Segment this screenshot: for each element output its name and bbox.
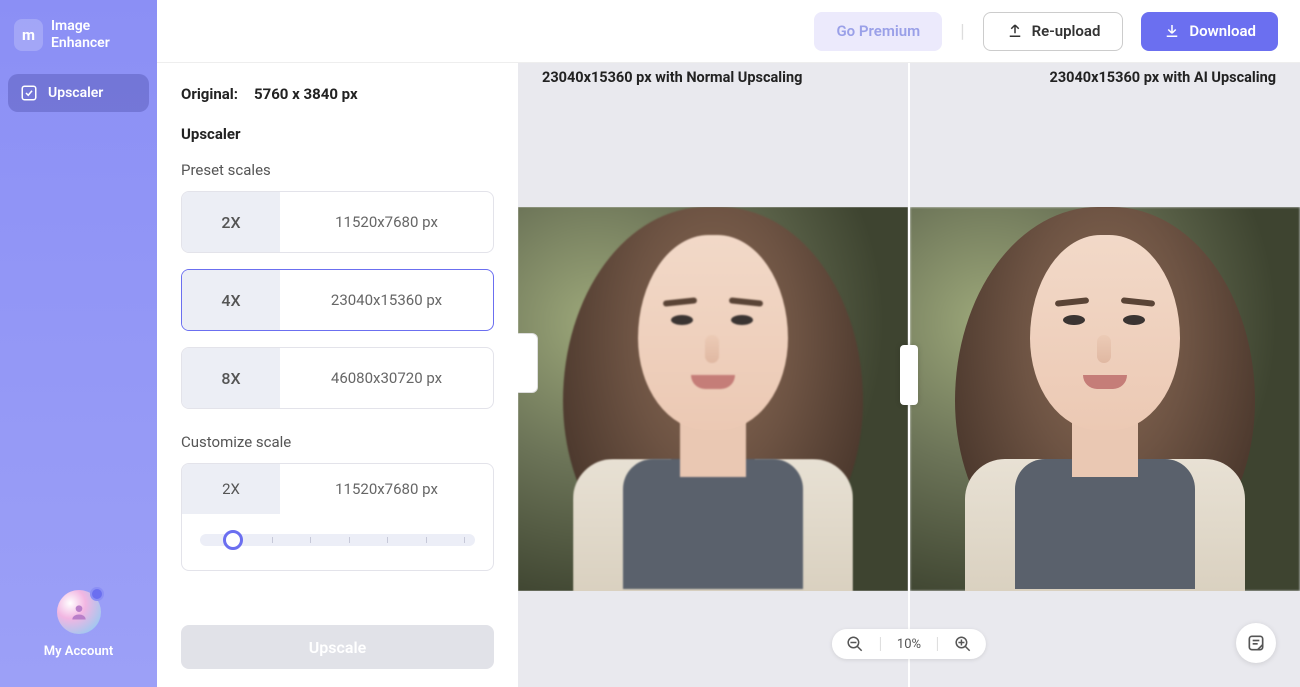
preset-8x[interactable]: 8X 46080x30720 px [181, 347, 494, 409]
panel-collapse-handle[interactable] [518, 333, 538, 393]
reupload-button[interactable]: Re-upload [983, 12, 1124, 51]
sidebar-item-upscaler[interactable]: Upscaler [8, 74, 149, 112]
preset-8x-mult: 8X [182, 348, 280, 408]
preset-2x[interactable]: 2X 11520x7680 px [181, 191, 494, 253]
zoom-out-icon[interactable] [846, 635, 864, 653]
zoom-in-icon[interactable] [954, 635, 972, 653]
settings-panel: Original: 5760 x 3840 px Upscaler Preset… [157, 63, 518, 687]
preset-4x-dims: 23040x15360 px [280, 270, 493, 330]
sidebar: m Image Enhancer Upscaler My Account [0, 0, 157, 687]
slider-thumb[interactable] [223, 530, 243, 550]
user-icon [69, 602, 89, 622]
preset-4x-mult: 4X [182, 270, 280, 330]
preset-4x[interactable]: 4X 23040x15360 px [181, 269, 494, 331]
upscale-button[interactable]: Upscale [181, 625, 494, 669]
avatar[interactable] [57, 590, 101, 634]
brand-name: Image Enhancer [51, 18, 143, 52]
original-label: Original: [181, 85, 238, 103]
brand-logo: m Image Enhancer [8, 18, 149, 74]
compare-label-ai: 23040x15360 px with AI Upscaling [1038, 63, 1288, 92]
topbar: Go Premium | Re-upload Download [157, 0, 1300, 63]
customize-scale-title: Customize scale [181, 433, 494, 451]
download-icon [1163, 22, 1181, 40]
preset-2x-mult: 2X [182, 192, 280, 252]
sidebar-item-label: Upscaler [48, 85, 103, 101]
preset-scales-title: Preset scales [181, 161, 494, 179]
section-upscaler-title: Upscaler [181, 125, 494, 143]
customize-box: 2X 11520x7680 px [181, 463, 494, 571]
compare-divider[interactable] [908, 63, 910, 687]
logo-badge: m [14, 19, 43, 51]
go-premium-button[interactable]: Go Premium [814, 12, 942, 51]
feedback-button[interactable] [1236, 623, 1276, 663]
preset-8x-dims: 46080x30720 px [280, 348, 493, 408]
customize-dims: 11520x7680 px [280, 464, 493, 514]
zoom-value: 10% [897, 637, 921, 652]
separator: | [960, 21, 964, 42]
preview-area: 23040x15360 px with Normal Upscaling 230… [518, 63, 1300, 687]
note-icon [1246, 633, 1266, 653]
upload-icon [1006, 22, 1024, 40]
scale-slider[interactable] [200, 534, 475, 546]
reupload-label: Re-upload [1032, 22, 1101, 40]
preset-2x-dims: 11520x7680 px [280, 192, 493, 252]
upscaler-icon [20, 84, 38, 102]
download-label: Download [1189, 22, 1256, 40]
my-account-link[interactable]: My Account [44, 644, 114, 659]
zoom-toolbar: 10% [832, 629, 986, 659]
compare-label-normal: 23040x15360 px with Normal Upscaling [530, 63, 814, 92]
original-dimensions: 5760 x 3840 px [254, 85, 358, 103]
download-button[interactable]: Download [1141, 12, 1278, 51]
customize-mult: 2X [182, 464, 280, 514]
